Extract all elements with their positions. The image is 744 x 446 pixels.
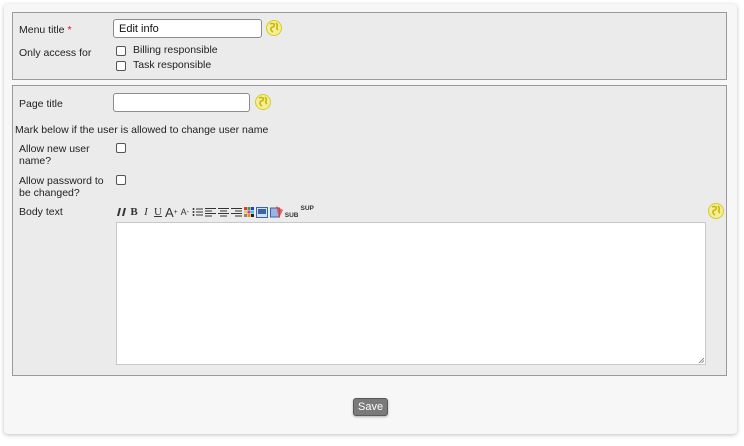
insert-media-icon[interactable] — [269, 205, 283, 219]
page-fieldset: Page title Mark below if the user is all… — [12, 85, 727, 376]
underline-icon[interactable]: U — [153, 205, 163, 219]
insert-image-icon[interactable] — [255, 205, 268, 219]
align-right-icon[interactable] — [230, 205, 242, 219]
translate-globe-icon[interactable] — [708, 203, 724, 219]
italic-icon[interactable]: I — [141, 205, 151, 219]
align-center-icon[interactable] — [217, 205, 229, 219]
quote-icon[interactable] — [116, 205, 127, 219]
task-responsible-label: Task responsible — [133, 59, 212, 71]
task-responsible-checkbox[interactable] — [116, 61, 126, 71]
allow-username-label: Allow new user name? — [19, 143, 90, 167]
menu-title-input[interactable] — [113, 19, 262, 38]
save-button[interactable]: Save — [353, 398, 389, 416]
color-palette-icon[interactable] — [243, 205, 254, 219]
username-note: Mark below if the user is allowed to cha… — [15, 124, 269, 136]
subscript-icon[interactable]: SUB — [285, 205, 299, 219]
allow-username-checkbox[interactable] — [116, 143, 126, 153]
superscript-icon[interactable]: SUP — [301, 205, 314, 219]
translate-globe-icon[interactable] — [255, 94, 271, 110]
access-label: Only access for — [19, 47, 92, 59]
align-left-icon[interactable] — [204, 205, 216, 219]
font-size-decrease-icon[interactable]: A- — [180, 205, 190, 219]
translate-globe-icon[interactable] — [266, 20, 282, 36]
bold-icon[interactable]: B — [129, 205, 139, 219]
menu-fieldset: Menu title * Only access for Billing res… — [12, 12, 727, 80]
editor-toolbar: B I U A + A- SUB SUP — [116, 204, 316, 220]
form-card: Menu title * Only access for Billing res… — [4, 4, 737, 434]
body-text-label: Body text — [19, 206, 63, 218]
allow-password-checkbox[interactable] — [116, 175, 126, 185]
billing-responsible-checkbox[interactable] — [116, 46, 126, 56]
billing-responsible-label: Billing responsible — [133, 44, 218, 56]
resize-handle-icon[interactable] — [698, 357, 704, 363]
required-mark: * — [67, 24, 72, 36]
page-title-input[interactable] — [113, 93, 250, 112]
bullet-list-icon[interactable] — [192, 205, 203, 219]
page-title-label: Page title — [19, 98, 63, 110]
font-size-increase-icon[interactable]: A + — [165, 205, 178, 220]
allow-password-label: Allow password to be changed? — [19, 175, 104, 199]
body-text-editor[interactable] — [116, 222, 706, 365]
menu-title-label: Menu title * — [19, 24, 72, 36]
